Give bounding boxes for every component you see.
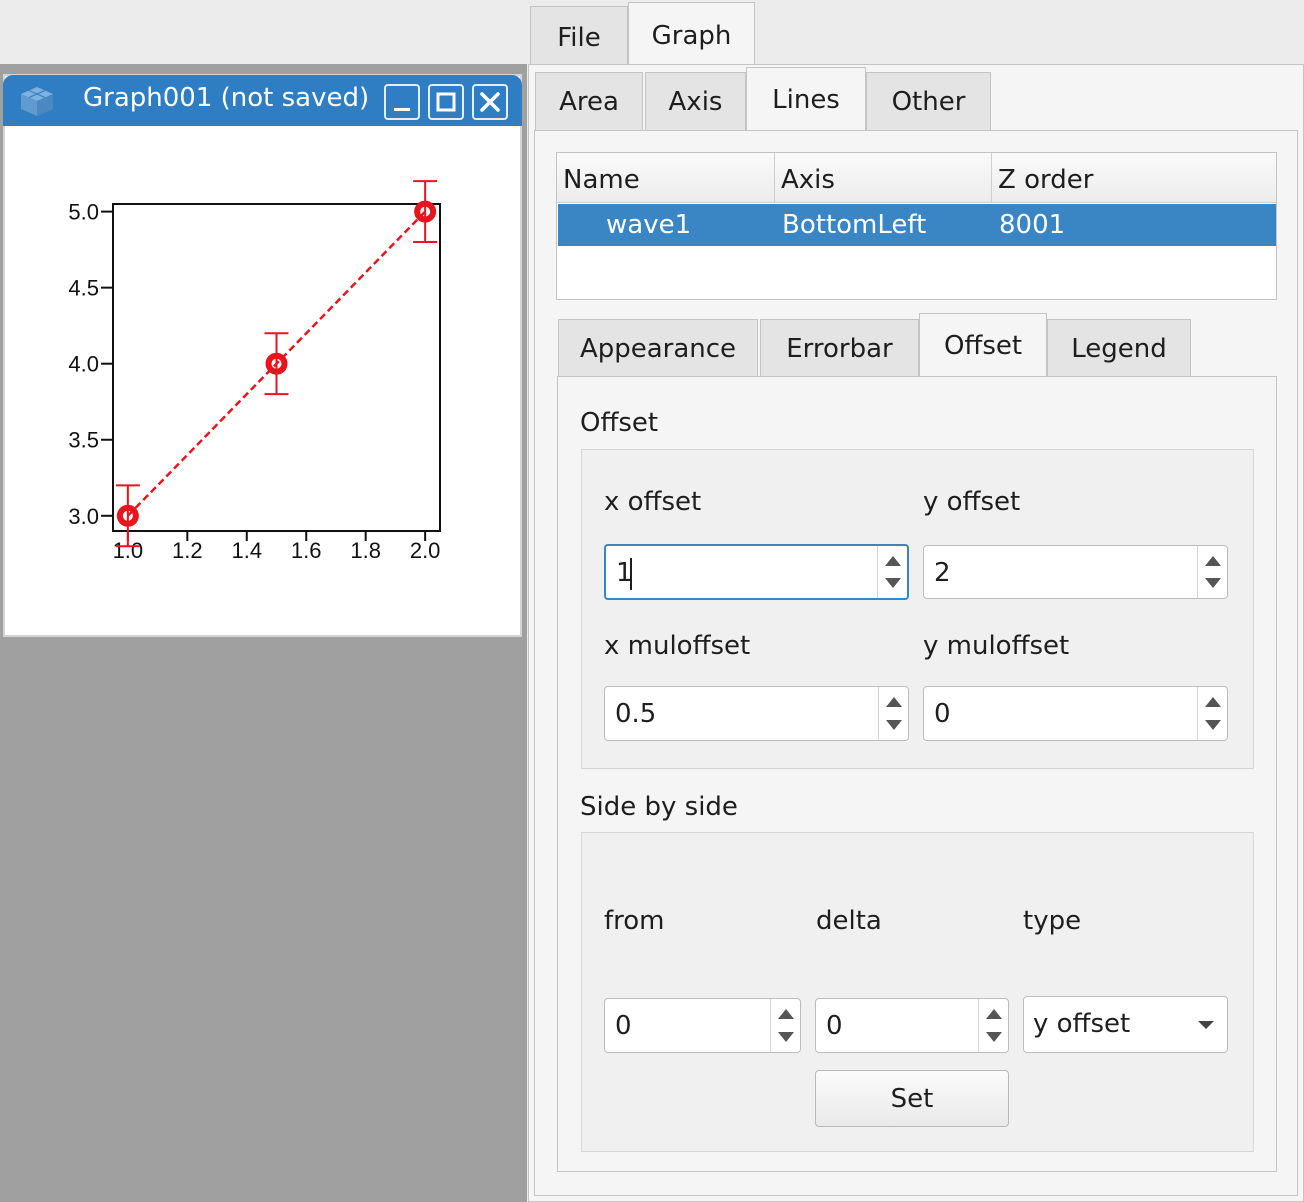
row-name: wave1 <box>606 210 692 240</box>
row-z-order: 8001 <box>999 210 1066 240</box>
type-label: type <box>1023 906 1082 936</box>
y-tick-label: 4.5 <box>68 276 99 301</box>
y-tick-label: 5.0 <box>68 200 99 225</box>
tab-other[interactable]: Other <box>866 72 991 130</box>
tab-graph[interactable]: Graph <box>628 2 755 68</box>
arrow-down-icon[interactable] <box>1205 578 1221 588</box>
chart: 3.03.54.04.55.01.0 1.2 1.4 1.6 1.8 2.0 <box>68 180 441 563</box>
tab-lines[interactable]: Lines <box>746 67 866 131</box>
x-offset-spinbox[interactable]: 1 <box>604 544 909 600</box>
x-tick-label: 1.2 <box>172 538 203 563</box>
arrow-down-icon[interactable] <box>886 720 902 730</box>
side-by-side-group-label: Side by side <box>580 792 738 822</box>
arrow-down-icon[interactable] <box>986 1032 1002 1042</box>
arrow-up-icon[interactable] <box>885 556 901 566</box>
tab-errorbar[interactable]: Errorbar <box>760 319 919 377</box>
arrow-up-icon[interactable] <box>778 1009 794 1019</box>
offset-group-label: Offset <box>580 408 659 438</box>
x-muloffset-spinbox[interactable]: 0.5 <box>604 686 909 741</box>
delta-spinbox[interactable]: 0 <box>815 998 1009 1053</box>
x-muloffset-value: 0.5 <box>615 699 657 729</box>
delta-label: delta <box>816 906 882 936</box>
x-tick-label: 1.4 <box>231 538 262 563</box>
x-tick-label: 2.0 <box>410 538 441 563</box>
arrow-up-icon[interactable] <box>886 697 902 707</box>
tab-area[interactable]: Area <box>535 72 643 130</box>
arrow-up-icon[interactable] <box>1205 556 1221 566</box>
y-muloffset-value: 0 <box>934 699 951 729</box>
column-header-name[interactable]: Name <box>557 153 775 203</box>
row-axis: BottomLeft <box>782 210 927 240</box>
x-muloffset-stepper[interactable] <box>878 687 908 740</box>
set-button[interactable]: Set <box>815 1070 1009 1127</box>
tab-offset[interactable]: Offset <box>919 313 1047 377</box>
y-offset-label: y offset <box>923 487 1021 517</box>
column-header-axis[interactable]: Axis <box>775 153 992 203</box>
delta-value: 0 <box>826 1011 843 1041</box>
column-header-z-order[interactable]: Z order <box>992 153 1276 203</box>
arrow-up-icon[interactable] <box>986 1009 1002 1019</box>
tab-file[interactable]: File <box>530 6 628 68</box>
y-offset-value: 2 <box>934 558 951 588</box>
delta-stepper[interactable] <box>978 999 1008 1052</box>
arrow-down-icon[interactable] <box>1205 720 1221 730</box>
y-muloffset-spinbox[interactable]: 0 <box>923 686 1228 741</box>
lines-table[interactable]: Name Axis Z order wave1 BottomLeft 8001 <box>556 152 1277 300</box>
from-value: 0 <box>615 1011 632 1041</box>
x-tick-label: 1.8 <box>350 538 381 563</box>
tab-axis[interactable]: Axis <box>645 72 746 130</box>
x-muloffset-label: x muloffset <box>604 631 751 661</box>
y-muloffset-label: y muloffset <box>923 631 1070 661</box>
arrow-up-icon[interactable] <box>1205 697 1221 707</box>
tab-appearance[interactable]: Appearance <box>558 319 758 377</box>
x-tick-label: 1.6 <box>291 538 322 563</box>
y-tick-label: 3.5 <box>68 428 99 453</box>
from-spinbox[interactable]: 0 <box>604 998 801 1053</box>
from-label: from <box>604 906 665 936</box>
x-offset-label: x offset <box>604 487 702 517</box>
y-muloffset-stepper[interactable] <box>1197 687 1227 740</box>
type-combobox[interactable]: y offset <box>1023 996 1228 1053</box>
y-offset-spinbox[interactable]: 2 <box>923 545 1228 599</box>
y-tick-label: 4.0 <box>68 352 99 377</box>
y-offset-stepper[interactable] <box>1197 546 1227 598</box>
tab-legend[interactable]: Legend <box>1047 319 1191 377</box>
type-value: y offset <box>1033 1009 1131 1039</box>
arrow-down-icon[interactable] <box>778 1032 794 1042</box>
y-tick-label: 3.0 <box>68 504 99 529</box>
arrow-down-icon[interactable] <box>885 578 901 588</box>
from-stepper[interactable] <box>770 999 800 1052</box>
table-row[interactable]: wave1 BottomLeft 8001 <box>558 204 1276 246</box>
text-cursor <box>630 558 632 590</box>
chevron-down-icon <box>1198 1021 1214 1029</box>
x-offset-stepper[interactable] <box>877 546 907 598</box>
